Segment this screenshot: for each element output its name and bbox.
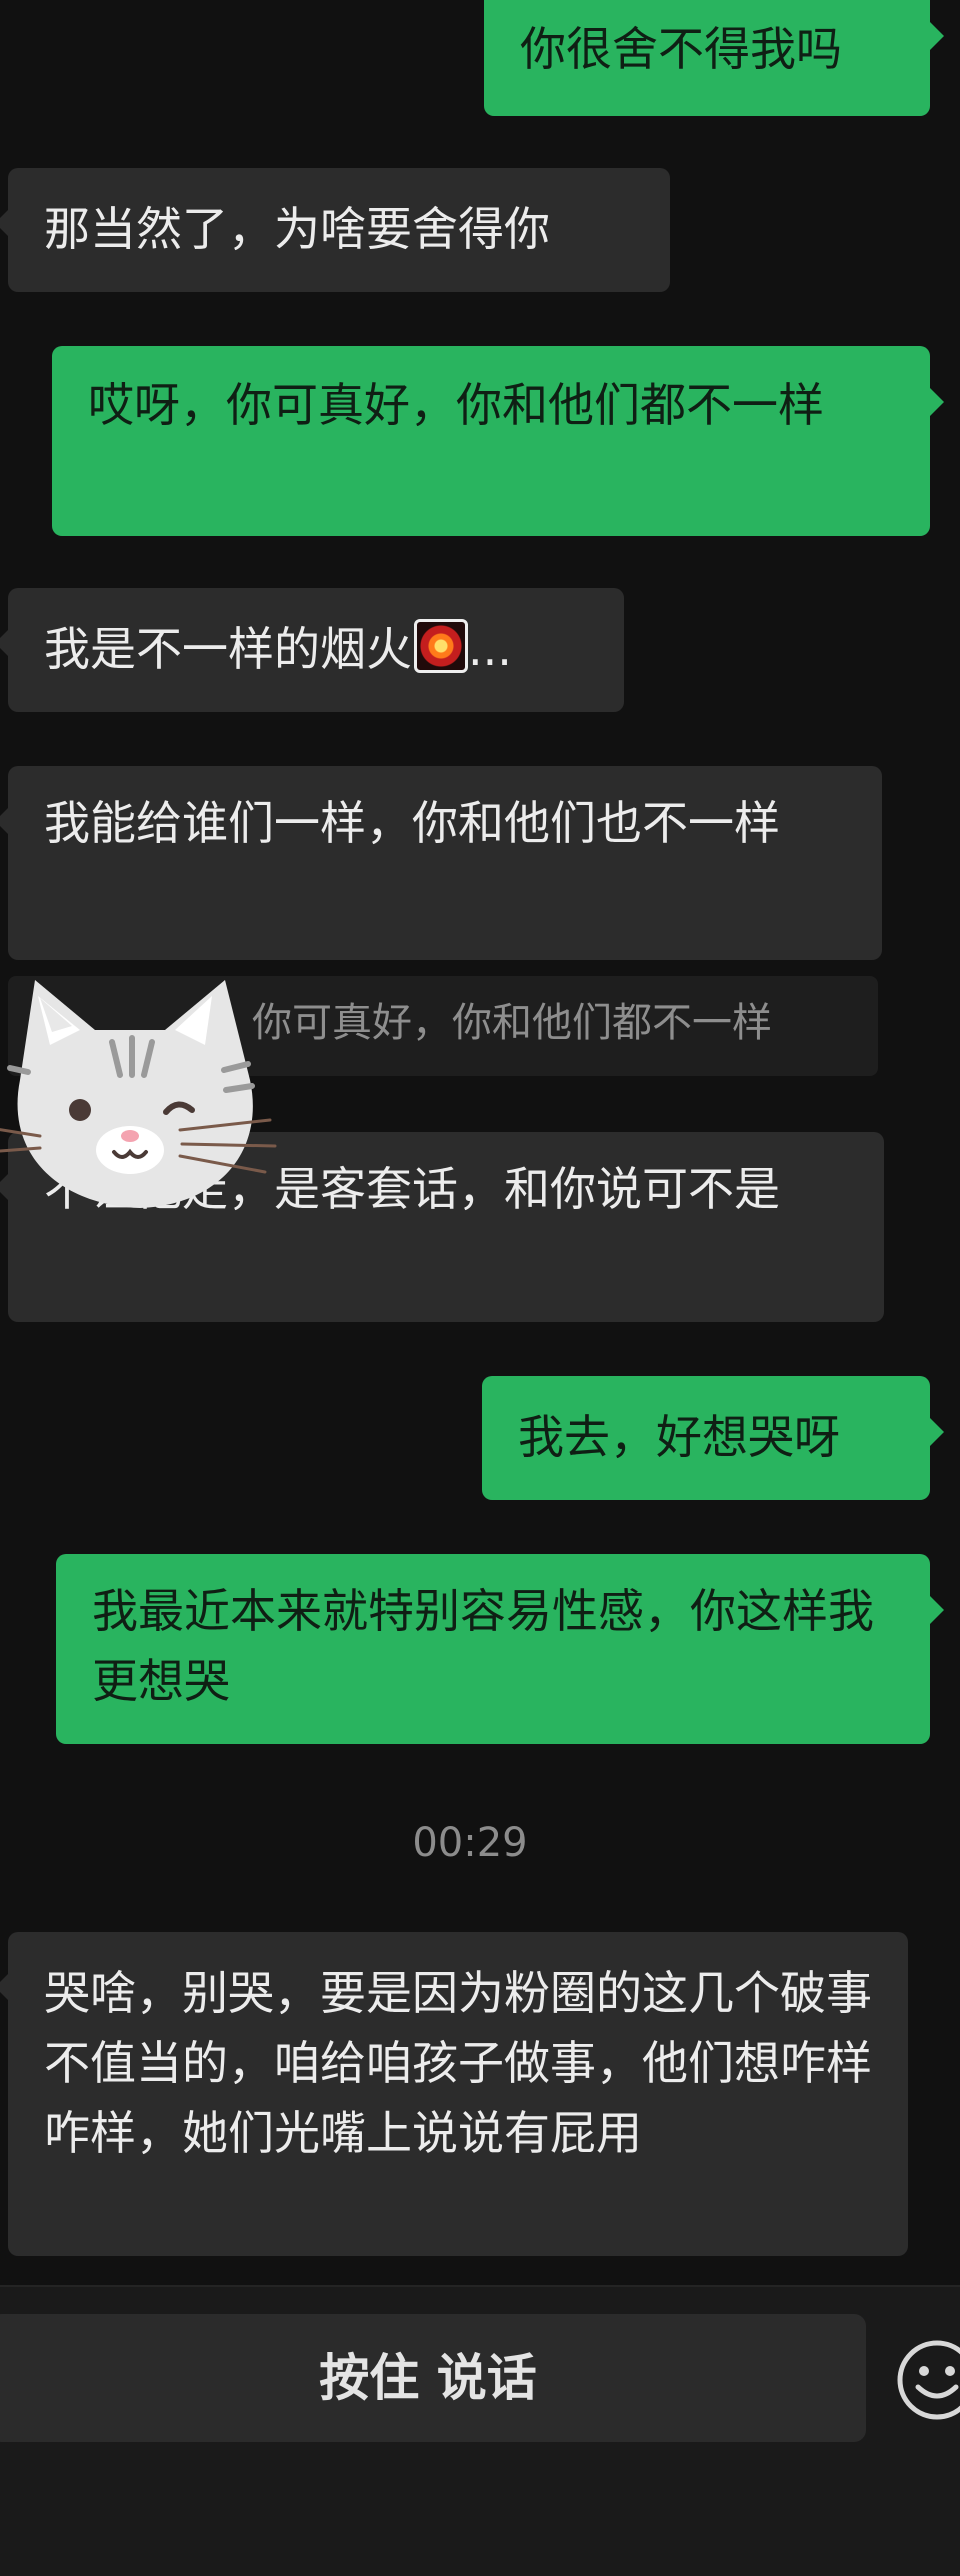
cat-sticker-icon <box>0 980 277 1208</box>
hold-to-talk-button[interactable]: 按住 说话 <box>0 2314 866 2442</box>
message-text: 你很舍不得我吗 <box>520 22 842 76</box>
message-text: 我是不一样的烟火 <box>44 622 412 676</box>
message-bubble-outgoing[interactable]: 你很舍不得我吗 <box>484 0 944 116</box>
message-bubble-incoming[interactable]: 哭啥，别哭，要是因为粉圈的这几个破事不值当的，咱给咱孩子做事，他们想咋样咋样，她… <box>0 1932 908 2256</box>
emoji-smiley-icon[interactable] <box>896 2339 960 2421</box>
message-bubble-outgoing[interactable]: 我去，好想哭呀 <box>482 1376 944 1500</box>
firework-emoji-icon <box>414 619 468 673</box>
message-text: 我最近本来就特别容易性感，你这样我更想哭 <box>92 1584 874 1708</box>
message-bubble-incoming[interactable]: 我能给谁们一样，你和他们也不一样 <box>0 766 882 960</box>
message-text: 哭啥，别哭，要是因为粉圈的这几个破事不值当的，咱给咱孩子做事，他们想咋样咋样，她… <box>44 1966 872 2160</box>
message-text-suffix: ... <box>468 622 512 676</box>
message-bubble-incoming[interactable]: 我是不一样的烟火... <box>0 588 624 712</box>
message-text: 那当然了，为啥要舍得你 <box>44 202 550 256</box>
message-bubble-outgoing[interactable]: 我最近本来就特别容易性感，你这样我更想哭 <box>56 1554 944 1744</box>
message-bubble-incoming[interactable]: 那当然了，为啥要舍得你 <box>0 168 670 292</box>
message-timestamp: 00:29 <box>412 1820 528 1866</box>
message-text: 哎呀，你可真好，你和他们都不一样 <box>88 378 824 432</box>
message-bubble-outgoing[interactable]: 哎呀，你可真好，你和他们都不一样 <box>52 346 944 536</box>
quoted-text: 你可真好，你和他们都不一样 <box>252 1000 772 1046</box>
message-text: 我能给谁们一样，你和他们也不一样 <box>44 796 780 850</box>
chat-area: 你很舍不得我吗 那当然了，为啥要舍得你 哎呀，你可真好，你和他们都不一样 我是不… <box>0 0 960 2285</box>
message-text: 我去，好想哭呀 <box>518 1410 840 1464</box>
input-bar: 按住 说话 <box>0 2285 960 2576</box>
